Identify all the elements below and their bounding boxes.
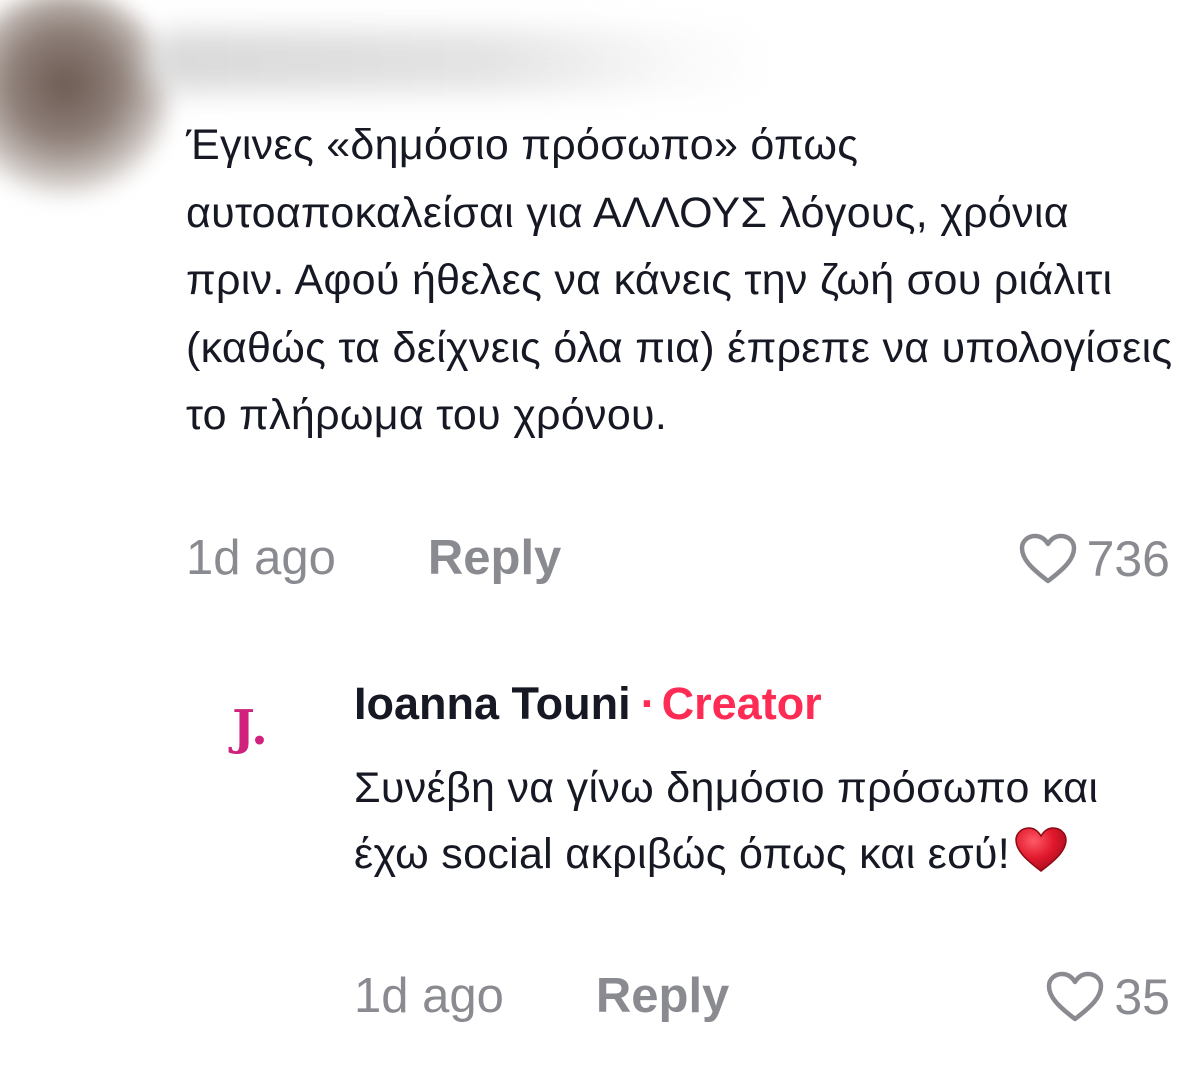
comment-reply-button[interactable]: Reply <box>428 530 561 586</box>
comment-timestamp: 1d ago <box>186 531 336 585</box>
creator-badge: Creator <box>661 678 822 729</box>
commenter-avatar-blurred[interactable] <box>0 0 170 200</box>
heart-outline-icon <box>1047 971 1104 1022</box>
comment-like-count: 736 <box>1086 531 1170 587</box>
creator-avatar[interactable]: J. <box>225 693 275 763</box>
reply-meta-row: 1d ago Reply <box>354 968 729 1024</box>
comment-meta-row: 1d ago Reply <box>186 530 561 586</box>
red-heart-emoji-icon <box>1014 826 1068 893</box>
comment-text: Έγινες «δημόσιο πρόσωπο» όπως αυτοαποκαλ… <box>186 121 1173 439</box>
reply-like-count: 35 <box>1114 969 1170 1025</box>
reply-like-button[interactable]: 35 <box>1046 968 1170 1026</box>
reply-author-name[interactable]: Ioanna Touni <box>354 678 631 729</box>
reply-text-block: Συνέβη να γίνω δημόσιο πρόσωπο και έχω s… <box>354 755 1184 893</box>
commenter-username-blurred[interactable] <box>150 30 770 92</box>
reply-reply-button[interactable]: Reply <box>596 968 729 1024</box>
separator-dot: · <box>640 678 656 729</box>
reply-timestamp: 1d ago <box>354 969 504 1023</box>
reply-header: Ioanna Touni · Creator <box>354 678 822 730</box>
reply-text: Συνέβη να γίνω δημόσιο πρόσωπο και έχω s… <box>354 764 1099 878</box>
heart-outline-icon <box>1019 533 1076 584</box>
comment-like-button[interactable]: 736 <box>1019 530 1170 588</box>
